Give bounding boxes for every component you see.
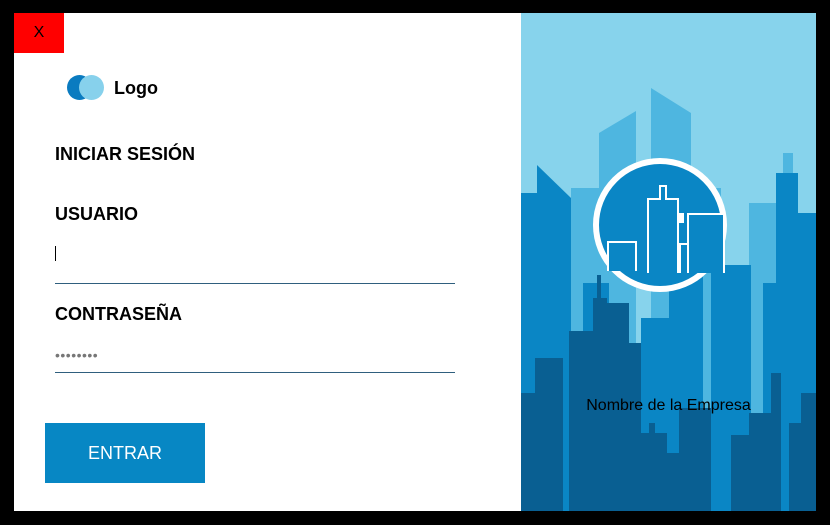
username-label: USUARIO xyxy=(55,204,139,224)
login-panel: X Logo INICIAR SESIÓN USUARIO CONTRASEÑA… xyxy=(14,13,521,511)
city-buildings-icon xyxy=(593,158,727,292)
login-button[interactable]: ENTRAR xyxy=(45,423,205,483)
password-mask: •••••••• xyxy=(55,347,99,363)
login-title: INICIAR SESIÓN xyxy=(55,144,196,164)
logo-text: Logo xyxy=(114,77,158,98)
login-window: X Logo INICIAR SESIÓN USUARIO CONTRASEÑA… xyxy=(14,13,816,511)
username-field[interactable] xyxy=(55,257,455,284)
company-name: Nombre de la Empresa xyxy=(586,397,751,414)
city-skyline-illustration xyxy=(521,13,816,511)
password-label: CONTRASEÑA xyxy=(55,304,183,324)
brand-panel: Nombre de la Empresa xyxy=(521,13,816,511)
close-button[interactable]: X xyxy=(14,13,64,53)
password-field[interactable] xyxy=(55,346,455,373)
logo: Logo xyxy=(67,75,158,101)
logo-circles-icon xyxy=(67,75,105,101)
